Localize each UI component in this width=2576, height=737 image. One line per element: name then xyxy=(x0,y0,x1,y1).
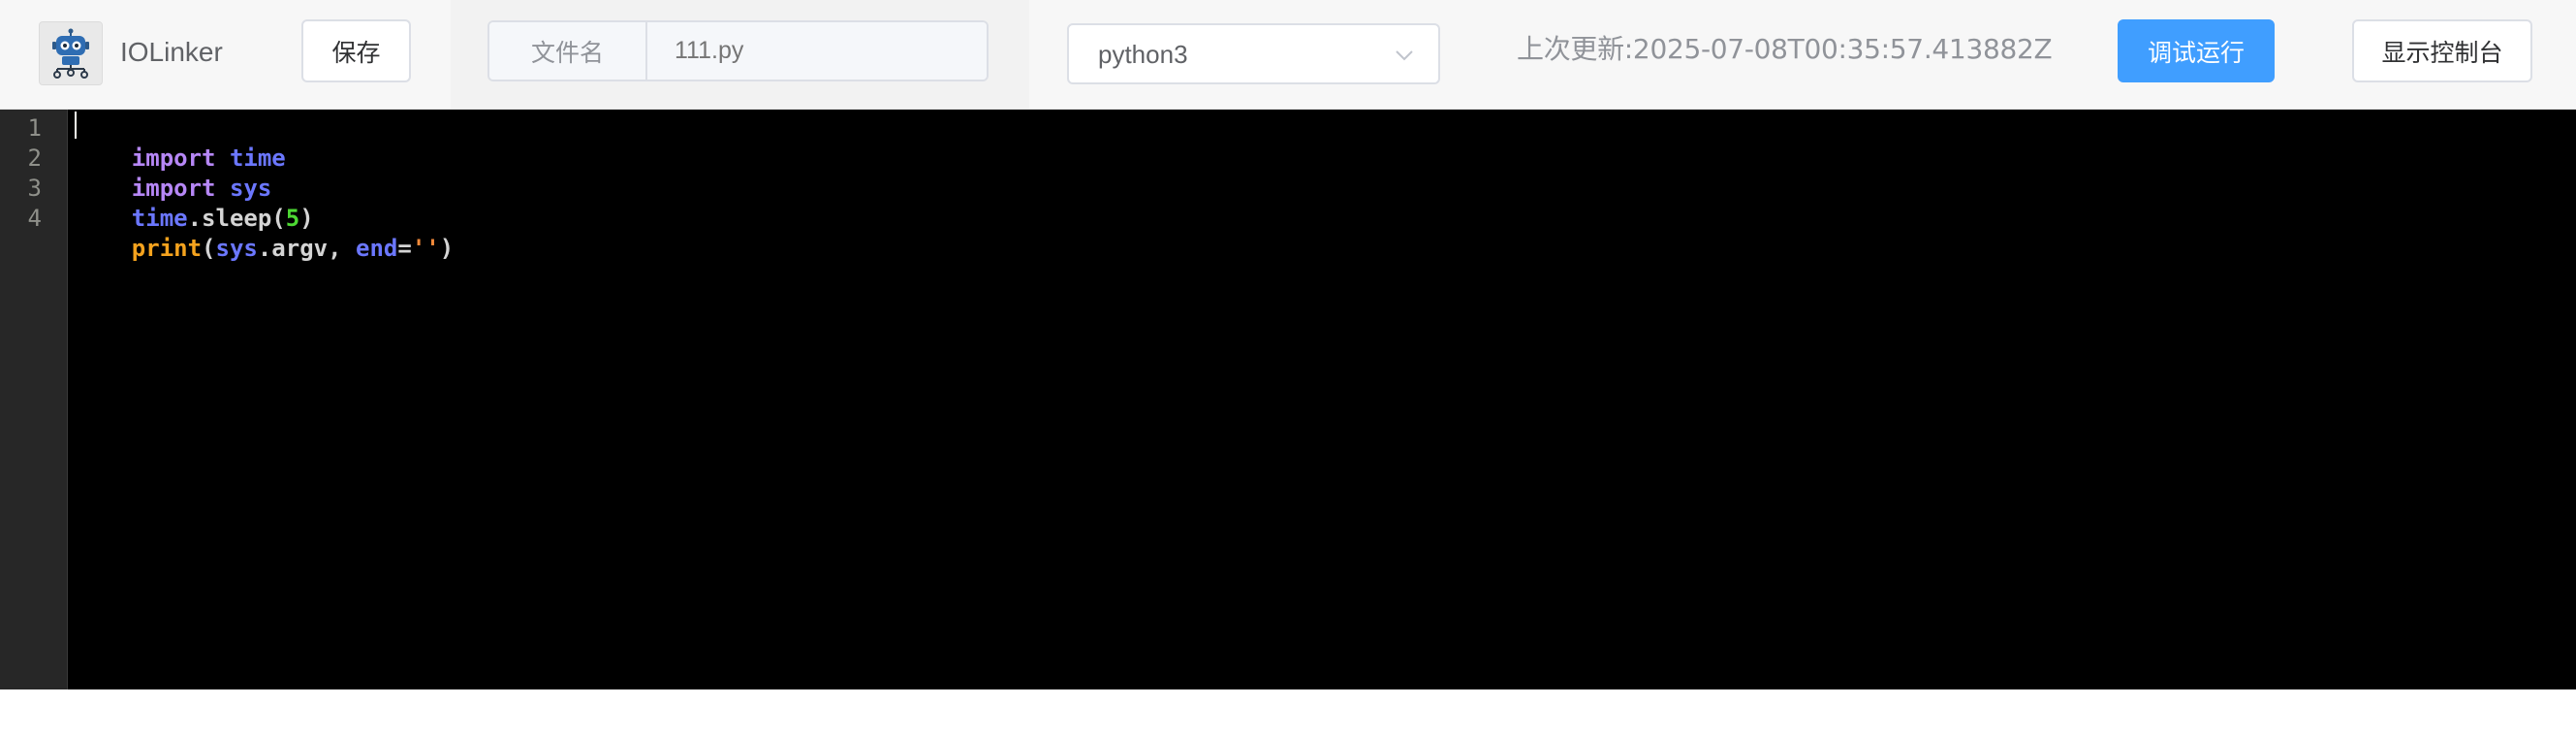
code-line[interactable]: print(sys.argv, end='') xyxy=(76,204,454,294)
code-token: sys xyxy=(215,235,258,262)
code-token: print xyxy=(131,235,203,262)
line-number: 4 xyxy=(27,205,42,232)
line-number: 3 xyxy=(27,175,42,202)
code-token: end xyxy=(356,235,398,262)
top-toolbar: IOLinker 保存 文件名 python3 上次更新:2025-07-08T… xyxy=(0,0,2576,110)
filename-field: 文件名 xyxy=(487,20,989,81)
language-select[interactable]: python3 xyxy=(1067,23,1440,84)
code-token: ( xyxy=(202,235,216,262)
save-button[interactable]: 保存 xyxy=(301,19,411,82)
code-token: ) xyxy=(439,235,455,262)
debug-run-button[interactable]: 调试运行 xyxy=(2118,19,2275,82)
code-token: = xyxy=(397,235,412,262)
chevron-down-icon xyxy=(1396,50,1413,61)
line-number-gutter: 1 2 3 4 xyxy=(0,110,68,689)
language-select-value: python3 xyxy=(1098,40,1188,69)
filename-label: 文件名 xyxy=(489,22,647,80)
filename-input[interactable] xyxy=(647,22,987,80)
line-number: 2 xyxy=(27,144,42,172)
code-token: .argv, xyxy=(257,235,357,262)
code-editor[interactable]: 1 2 3 4 import time import sys time.slee… xyxy=(0,110,2576,689)
code-token: '' xyxy=(411,235,440,262)
line-number: 1 xyxy=(27,114,42,142)
robot-logo-icon xyxy=(39,21,103,85)
last-updated-text: 上次更新:2025-07-08T00:35:57.413882Z xyxy=(1517,33,2053,65)
app-name: IOLinker xyxy=(120,37,223,67)
show-console-button[interactable]: 显示控制台 xyxy=(2352,19,2532,82)
